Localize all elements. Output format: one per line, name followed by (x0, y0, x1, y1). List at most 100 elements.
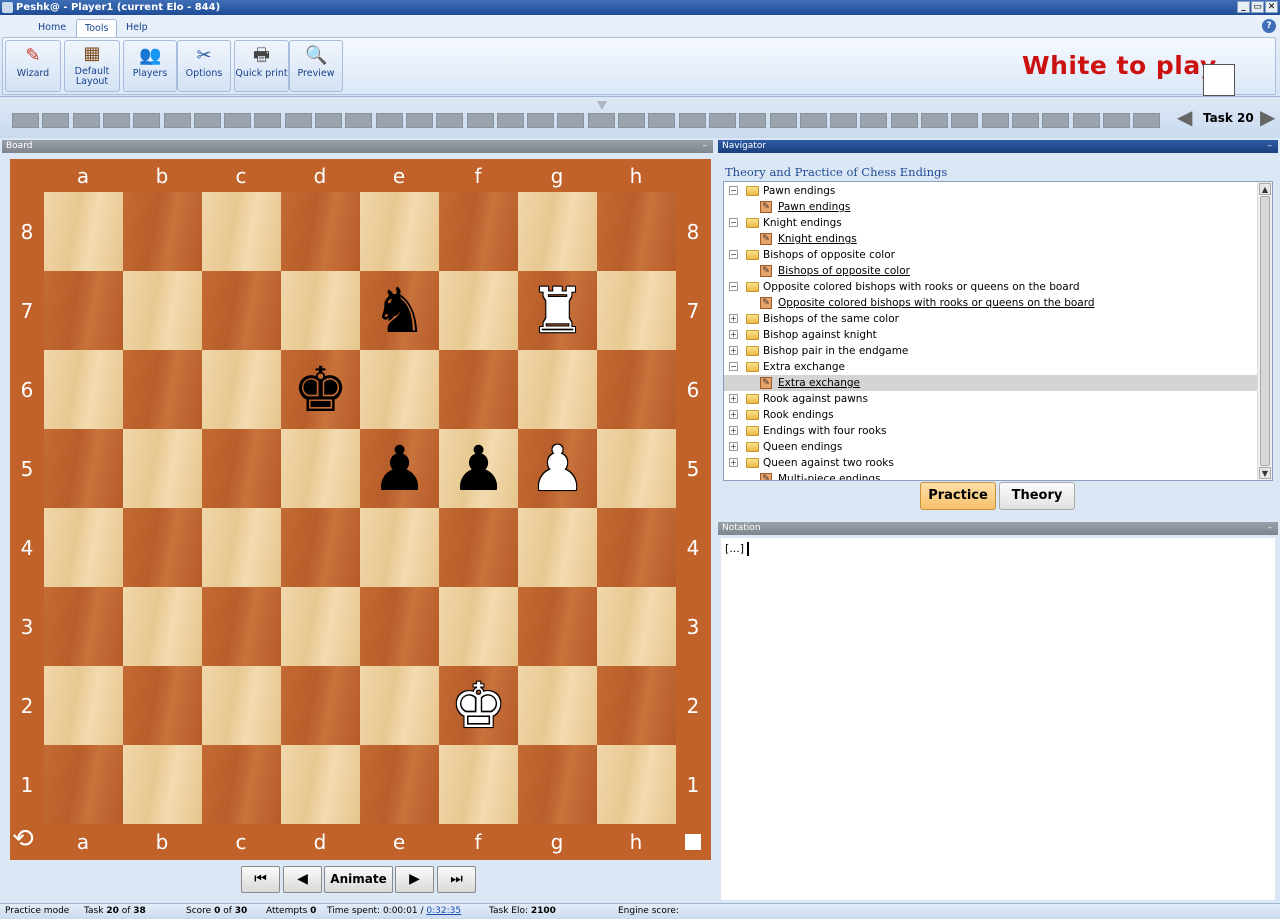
task-cell[interactable] (375, 113, 403, 128)
square-e6[interactable] (360, 350, 439, 429)
scroll-down-arrow-icon[interactable]: ▼ (1259, 467, 1271, 479)
tree-chapter[interactable]: − Pawn endings (724, 183, 1258, 199)
task-cell[interactable] (193, 113, 221, 128)
theory-button[interactable]: Theory (999, 482, 1075, 510)
task-cell[interactable] (981, 113, 1009, 128)
square-d5[interactable] (281, 429, 360, 508)
square-f3[interactable] (439, 587, 518, 666)
white-king-f2[interactable]: ♚ (439, 666, 518, 745)
task-cell[interactable] (618, 113, 645, 128)
task-cell[interactable] (224, 113, 252, 128)
task-cell[interactable] (102, 113, 130, 128)
tree-chapter[interactable]: − Knight endings (724, 215, 1258, 231)
tree-chapter[interactable]: + Bishop pair in the endgame (724, 343, 1258, 359)
square-c7[interactable] (202, 271, 281, 350)
expand-icon[interactable]: + (729, 314, 738, 323)
expand-icon[interactable]: + (729, 330, 738, 339)
square-h3[interactable] (597, 587, 676, 666)
wizard-button[interactable]: ✎ Wizard (5, 40, 61, 92)
task-cell[interactable] (315, 113, 342, 128)
tree-chapter[interactable]: + Queen endings (724, 439, 1258, 455)
square-a2[interactable] (44, 666, 123, 745)
tree-chapter[interactable]: + Rook against pawns (724, 391, 1258, 407)
square-g6[interactable] (518, 350, 597, 429)
square-b8[interactable] (123, 192, 202, 271)
square-e3[interactable] (360, 587, 439, 666)
default-layout-button[interactable]: ▦ Default Layout (64, 40, 120, 92)
task-cell[interactable] (890, 113, 918, 128)
next-move-button[interactable]: ▶ (395, 866, 434, 893)
quick-print-button[interactable]: 🖶 Quick print (234, 40, 289, 92)
task-cell[interactable] (587, 113, 615, 128)
square-c4[interactable] (202, 508, 281, 587)
square-g3[interactable] (518, 587, 597, 666)
task-cell[interactable] (769, 113, 797, 128)
scroll-thumb[interactable] (1260, 196, 1270, 466)
tree-chapter[interactable]: − Extra exchange (724, 359, 1258, 375)
square-b4[interactable] (123, 508, 202, 587)
collapse-icon[interactable]: − (729, 250, 738, 259)
tree-lesson[interactable]: ✎ Opposite colored bishops with rooks or … (724, 295, 1258, 311)
square-a8[interactable] (44, 192, 123, 271)
task-cell[interactable] (860, 113, 888, 128)
close-window-button[interactable]: ✕ (1265, 1, 1278, 13)
square-b2[interactable] (123, 666, 202, 745)
animate-button[interactable]: Animate (324, 866, 393, 893)
square-a7[interactable] (44, 271, 123, 350)
maximize-window-button[interactable]: ▭ (1251, 1, 1264, 13)
status-time-limit[interactable]: 0:32:35 (426, 906, 461, 916)
tree-scrollbar[interactable]: ▲ ▼ (1257, 182, 1272, 480)
task-cell[interactable] (1011, 113, 1039, 128)
expand-icon[interactable]: + (729, 442, 738, 451)
task-cell[interactable] (739, 113, 767, 128)
square-e8[interactable] (360, 192, 439, 271)
square-d2[interactable] (281, 666, 360, 745)
board-panel-minimize-button[interactable]: – (703, 140, 708, 153)
square-h1[interactable] (597, 745, 676, 824)
task-cell[interactable] (799, 113, 827, 128)
black-pawn-f5[interactable]: ♟ (439, 429, 518, 508)
task-cell[interactable] (466, 113, 494, 128)
task-cell[interactable] (254, 113, 282, 128)
expand-icon[interactable]: + (729, 426, 738, 435)
tab-home[interactable]: Home (30, 19, 74, 37)
square-f7[interactable] (439, 271, 518, 350)
task-cell[interactable] (527, 113, 555, 128)
square-a5[interactable] (44, 429, 123, 508)
white-rook-g7[interactable]: ♜ (518, 271, 597, 350)
tree-chapter[interactable]: + Queen against two rooks (724, 455, 1258, 471)
square-h5[interactable] (597, 429, 676, 508)
task-cell[interactable] (678, 113, 706, 128)
square-c8[interactable] (202, 192, 281, 271)
next-task-button[interactable]: ▶ (1260, 106, 1275, 128)
prev-move-button[interactable]: ◀ (283, 866, 322, 893)
task-cell[interactable] (436, 113, 464, 128)
task-cell[interactable] (72, 113, 100, 128)
square-f8[interactable] (439, 192, 518, 271)
notation-text-area[interactable]: [...] (721, 538, 1275, 900)
task-cell[interactable] (163, 113, 191, 128)
square-d3[interactable] (281, 587, 360, 666)
square-d4[interactable] (281, 508, 360, 587)
tree-chapter[interactable]: − Bishops of opposite color (724, 247, 1258, 263)
last-move-button[interactable]: ⏭ (437, 866, 476, 893)
square-c3[interactable] (202, 587, 281, 666)
minimize-window-button[interactable]: _ (1237, 1, 1250, 13)
tree-chapter[interactable]: + Bishop against knight (724, 327, 1258, 343)
task-cell[interactable] (496, 113, 524, 128)
black-pawn-e5[interactable]: ♟ (360, 429, 439, 508)
tree-lesson[interactable]: ✎ Knight endings (724, 231, 1258, 247)
tree-chapter[interactable]: + Endings with four rooks (724, 423, 1258, 439)
square-b6[interactable] (123, 350, 202, 429)
tree-lesson[interactable]: ✎ Pawn endings (724, 199, 1258, 215)
square-f6[interactable] (439, 350, 518, 429)
help-icon[interactable]: ? (1262, 19, 1276, 33)
expand-icon[interactable]: + (729, 346, 738, 355)
square-c5[interactable] (202, 429, 281, 508)
task-cell[interactable] (284, 113, 312, 128)
square-b5[interactable] (123, 429, 202, 508)
square-d7[interactable] (281, 271, 360, 350)
tree-chapter[interactable]: + Bishops of the same color (724, 311, 1258, 327)
first-move-button[interactable]: ⏮ (241, 866, 280, 893)
square-h6[interactable] (597, 350, 676, 429)
